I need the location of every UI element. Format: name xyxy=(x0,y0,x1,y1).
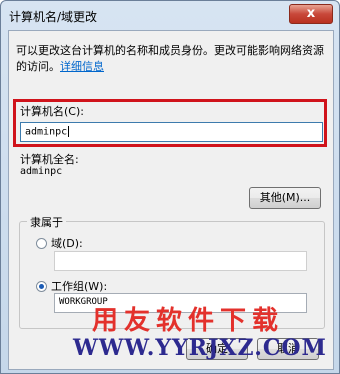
member-of-title: 隶属于 xyxy=(27,214,66,230)
workgroup-label[interactable]: 工作组(W): xyxy=(51,278,107,294)
text-cursor xyxy=(68,126,70,137)
computer-name-label: 计算机名(C): xyxy=(20,105,84,118)
domain-radio[interactable] xyxy=(36,238,47,249)
details-link[interactable]: 详细信息 xyxy=(60,60,104,73)
other-button[interactable]: 其他(M)... xyxy=(249,187,321,209)
full-name-value: adminpc xyxy=(20,166,63,177)
workgroup-radio[interactable] xyxy=(36,281,47,292)
computer-name-input[interactable]: adminpc xyxy=(20,122,323,142)
watermark-title: 用友软件下载 xyxy=(92,306,285,336)
window-title: 计算机名/域更改 xyxy=(9,10,98,24)
domain-input[interactable] xyxy=(54,251,307,271)
watermark-url: WWW.YYRJXZ.COM xyxy=(73,335,327,361)
close-icon: x xyxy=(306,6,316,21)
title-bar[interactable]: 计算机名/域更改 x xyxy=(1,1,339,29)
full-name-label: 计算机全名: xyxy=(20,153,79,166)
computer-name-value: adminpc xyxy=(25,126,68,138)
close-button[interactable]: x xyxy=(289,4,333,24)
description: 可以更改这台计算机的名称和成员身份。更改可能影响网络资源的访问。详细信息 xyxy=(16,43,328,75)
domain-label[interactable]: 域(D): xyxy=(51,235,83,251)
